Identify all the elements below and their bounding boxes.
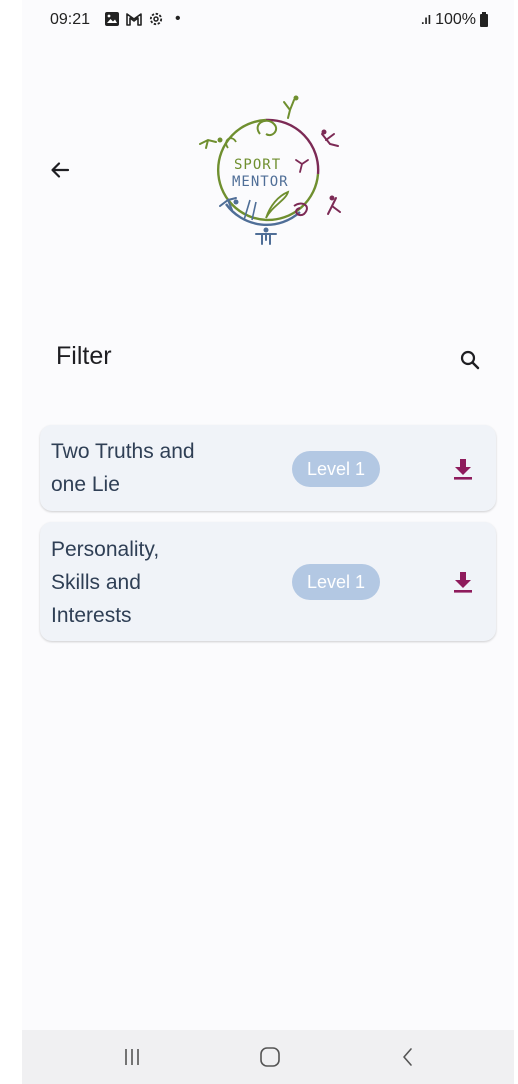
- activity-card[interactable]: Personality, Skills and Interests Level …: [40, 522, 496, 641]
- activity-title: Two Truths and one Lie: [51, 435, 261, 501]
- download-button[interactable]: [448, 454, 478, 484]
- logo-line1: SPORT: [234, 157, 281, 173]
- home-button[interactable]: [250, 1040, 290, 1074]
- arrow-left-icon: [51, 162, 70, 178]
- sport-mentor-logo: SPORT MENTOR: [199, 95, 341, 245]
- level-badge: Level 1: [292, 451, 380, 487]
- home-icon: [260, 1047, 280, 1067]
- status-bar: 09:21 • .ıl 100%: [22, 0, 514, 40]
- status-right: .ıl 100%: [421, 11, 488, 29]
- activity-title: Personality, Skills and Interests: [51, 533, 261, 632]
- search-icon: [460, 350, 480, 370]
- activity-title-line: Skills and: [51, 571, 141, 594]
- signal-icon: .ıl: [421, 13, 432, 27]
- app-screen: 09:21 • .ıl 100% SPORT MENTOR Filter Two…: [22, 0, 514, 1084]
- notification-dot: •: [175, 10, 181, 27]
- filter-title: Filter: [56, 342, 112, 370]
- download-button[interactable]: [448, 567, 478, 597]
- activity-title-line: Personality,: [51, 538, 160, 561]
- status-time: 09:21: [50, 11, 91, 28]
- notification-icons: •: [104, 10, 181, 28]
- search-button[interactable]: [454, 344, 486, 376]
- nav-back-button[interactable]: [388, 1040, 428, 1074]
- level-badge: Level 1: [292, 564, 380, 600]
- activity-title-line: Interests: [51, 604, 132, 627]
- battery-percent: 100%: [435, 11, 476, 28]
- gallery-icon: [105, 12, 119, 26]
- logo-line2: MENTOR: [232, 174, 289, 190]
- gmail-icon: [126, 13, 142, 26]
- download-icon: [454, 459, 472, 480]
- recent-apps-button[interactable]: [112, 1040, 152, 1074]
- back-button[interactable]: [42, 152, 78, 188]
- system-nav-bar: [22, 1030, 514, 1084]
- settings-icon: [149, 12, 163, 26]
- download-icon: [454, 572, 472, 593]
- chevron-left-icon: [403, 1048, 412, 1066]
- activity-card[interactable]: Two Truths and one Lie Level 1: [40, 425, 496, 511]
- activity-title-line: one Lie: [51, 473, 120, 496]
- activity-title-line: Two Truths and: [51, 440, 195, 463]
- recent-apps-icon: [125, 1049, 139, 1065]
- battery-icon: [480, 11, 488, 27]
